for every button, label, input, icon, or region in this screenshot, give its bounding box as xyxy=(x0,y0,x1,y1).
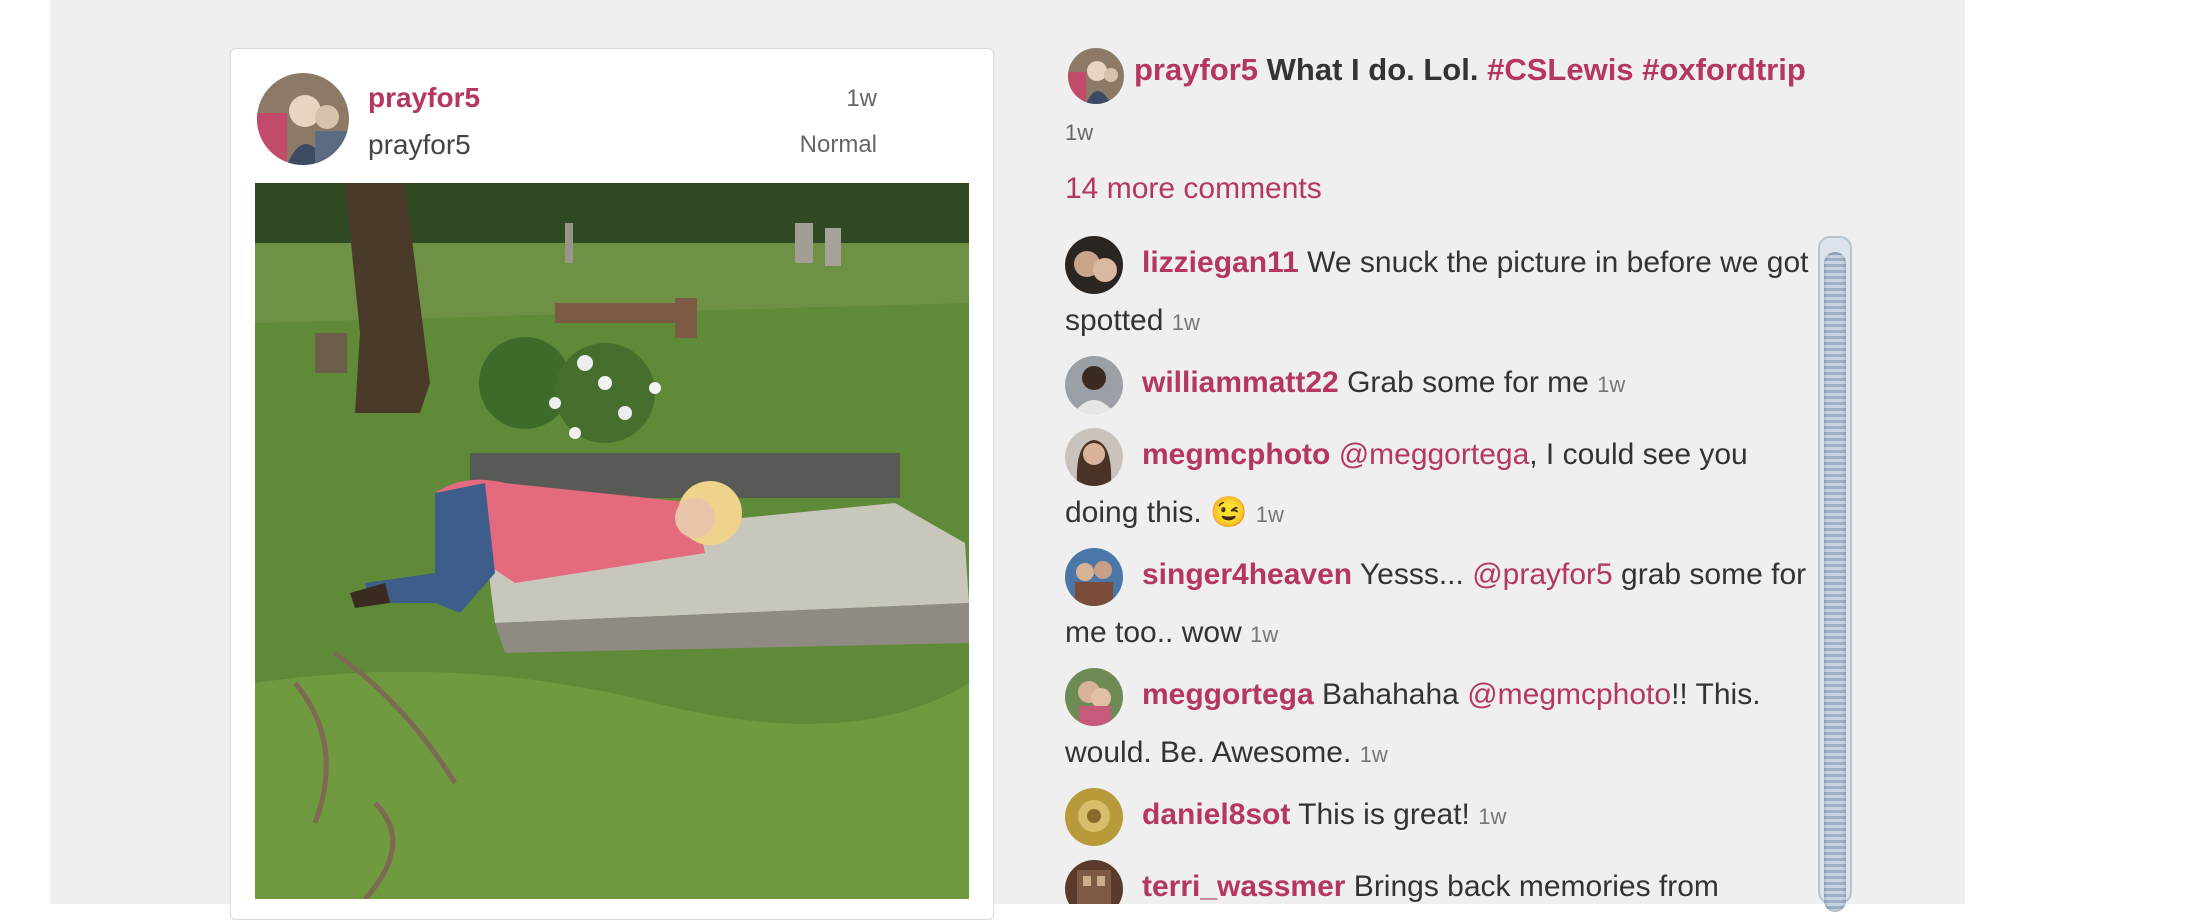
post-photo[interactable] xyxy=(255,183,969,899)
more-comments-link[interactable]: 14 more comments xyxy=(1065,172,1322,206)
commenter-avatar[interactable] xyxy=(1065,788,1123,846)
comment: daniel8sot This is great! 1w xyxy=(1065,786,1820,846)
comment-text: Yesss... xyxy=(1352,558,1473,591)
caption-text: What I do. Lol. xyxy=(1266,52,1479,87)
commenter-avatar[interactable] xyxy=(1065,428,1123,486)
comment-time: 1w xyxy=(1171,310,1200,335)
comment-text: Bahahaha xyxy=(1313,678,1468,711)
comment-text: Grab some for me xyxy=(1338,366,1589,399)
comments-scrollbar[interactable] xyxy=(1818,236,1852,912)
comment-username[interactable]: singer4heaven xyxy=(1142,558,1352,591)
comment-text xyxy=(1330,438,1338,471)
comment-username[interactable]: daniel8sot xyxy=(1142,798,1290,831)
feed-panel: prayfor5 prayfor5 1w Normal prayfor5 Wha… xyxy=(50,0,1965,920)
comment: singer4heaven Yesss... @prayfor5 grab so… xyxy=(1065,546,1820,664)
comment-mention[interactable]: @megmcphoto xyxy=(1467,678,1671,711)
comment-text: This is great! xyxy=(1290,798,1470,831)
comment-mention[interactable]: @prayfor5 xyxy=(1472,558,1613,591)
post-username[interactable]: prayfor5 xyxy=(368,82,480,114)
comment-time: 1w xyxy=(1250,622,1279,647)
comment: megmcphoto @meggortega, I could see you … xyxy=(1065,426,1820,544)
hashtag[interactable]: #CSLewis xyxy=(1487,52,1633,87)
commenter-avatar[interactable] xyxy=(1065,668,1123,726)
caption-time: 1w xyxy=(1065,120,1094,145)
commenter-avatar[interactable] xyxy=(1065,548,1123,606)
comments-list: lizziegan11 We snuck the picture in befo… xyxy=(1065,234,1820,904)
hashtag[interactable]: #oxfordtrip xyxy=(1642,52,1806,87)
caption: prayfor5 What I do. Lol. #CSLewis #oxfor… xyxy=(1134,52,1806,88)
comment: meggortega Bahahaha @megmcphoto!! This. … xyxy=(1065,666,1820,784)
commenter-avatar[interactable] xyxy=(1065,236,1123,294)
post-time: 1w xyxy=(846,85,877,112)
post-filter: Normal xyxy=(799,131,877,158)
caption-username[interactable]: prayfor5 xyxy=(1134,52,1258,87)
comment-username[interactable]: meggortega xyxy=(1142,678,1314,711)
comment-username[interactable]: megmcphoto xyxy=(1142,438,1330,471)
scrollbar-thumb[interactable] xyxy=(1824,252,1846,912)
commenter-avatar[interactable] xyxy=(1065,356,1123,414)
comment: lizziegan11 We snuck the picture in befo… xyxy=(1065,234,1820,352)
comment-text: Brings back memories from xyxy=(1345,870,1719,903)
comment-time: 1w xyxy=(1255,502,1284,527)
caption-avatar[interactable] xyxy=(1068,48,1124,104)
avatar[interactable] xyxy=(257,73,349,165)
comment-time: 1w xyxy=(1478,804,1507,829)
comment-time: 1w xyxy=(1597,372,1626,397)
comment-username[interactable]: lizziegan11 xyxy=(1142,246,1299,279)
comment-time: 1w xyxy=(1359,742,1388,767)
comment-mention[interactable]: @meggortega xyxy=(1339,438,1530,471)
comment: terri_wassmer Brings back memories from xyxy=(1065,858,1820,904)
comment-username[interactable]: williammatt22 xyxy=(1142,366,1339,399)
comment-username[interactable]: terri_wassmer xyxy=(1142,870,1345,903)
photo-card: prayfor5 prayfor5 1w Normal xyxy=(230,48,994,920)
comment: williammatt22 Grab some for me 1w xyxy=(1065,354,1820,414)
post-full-name: prayfor5 xyxy=(368,129,471,160)
